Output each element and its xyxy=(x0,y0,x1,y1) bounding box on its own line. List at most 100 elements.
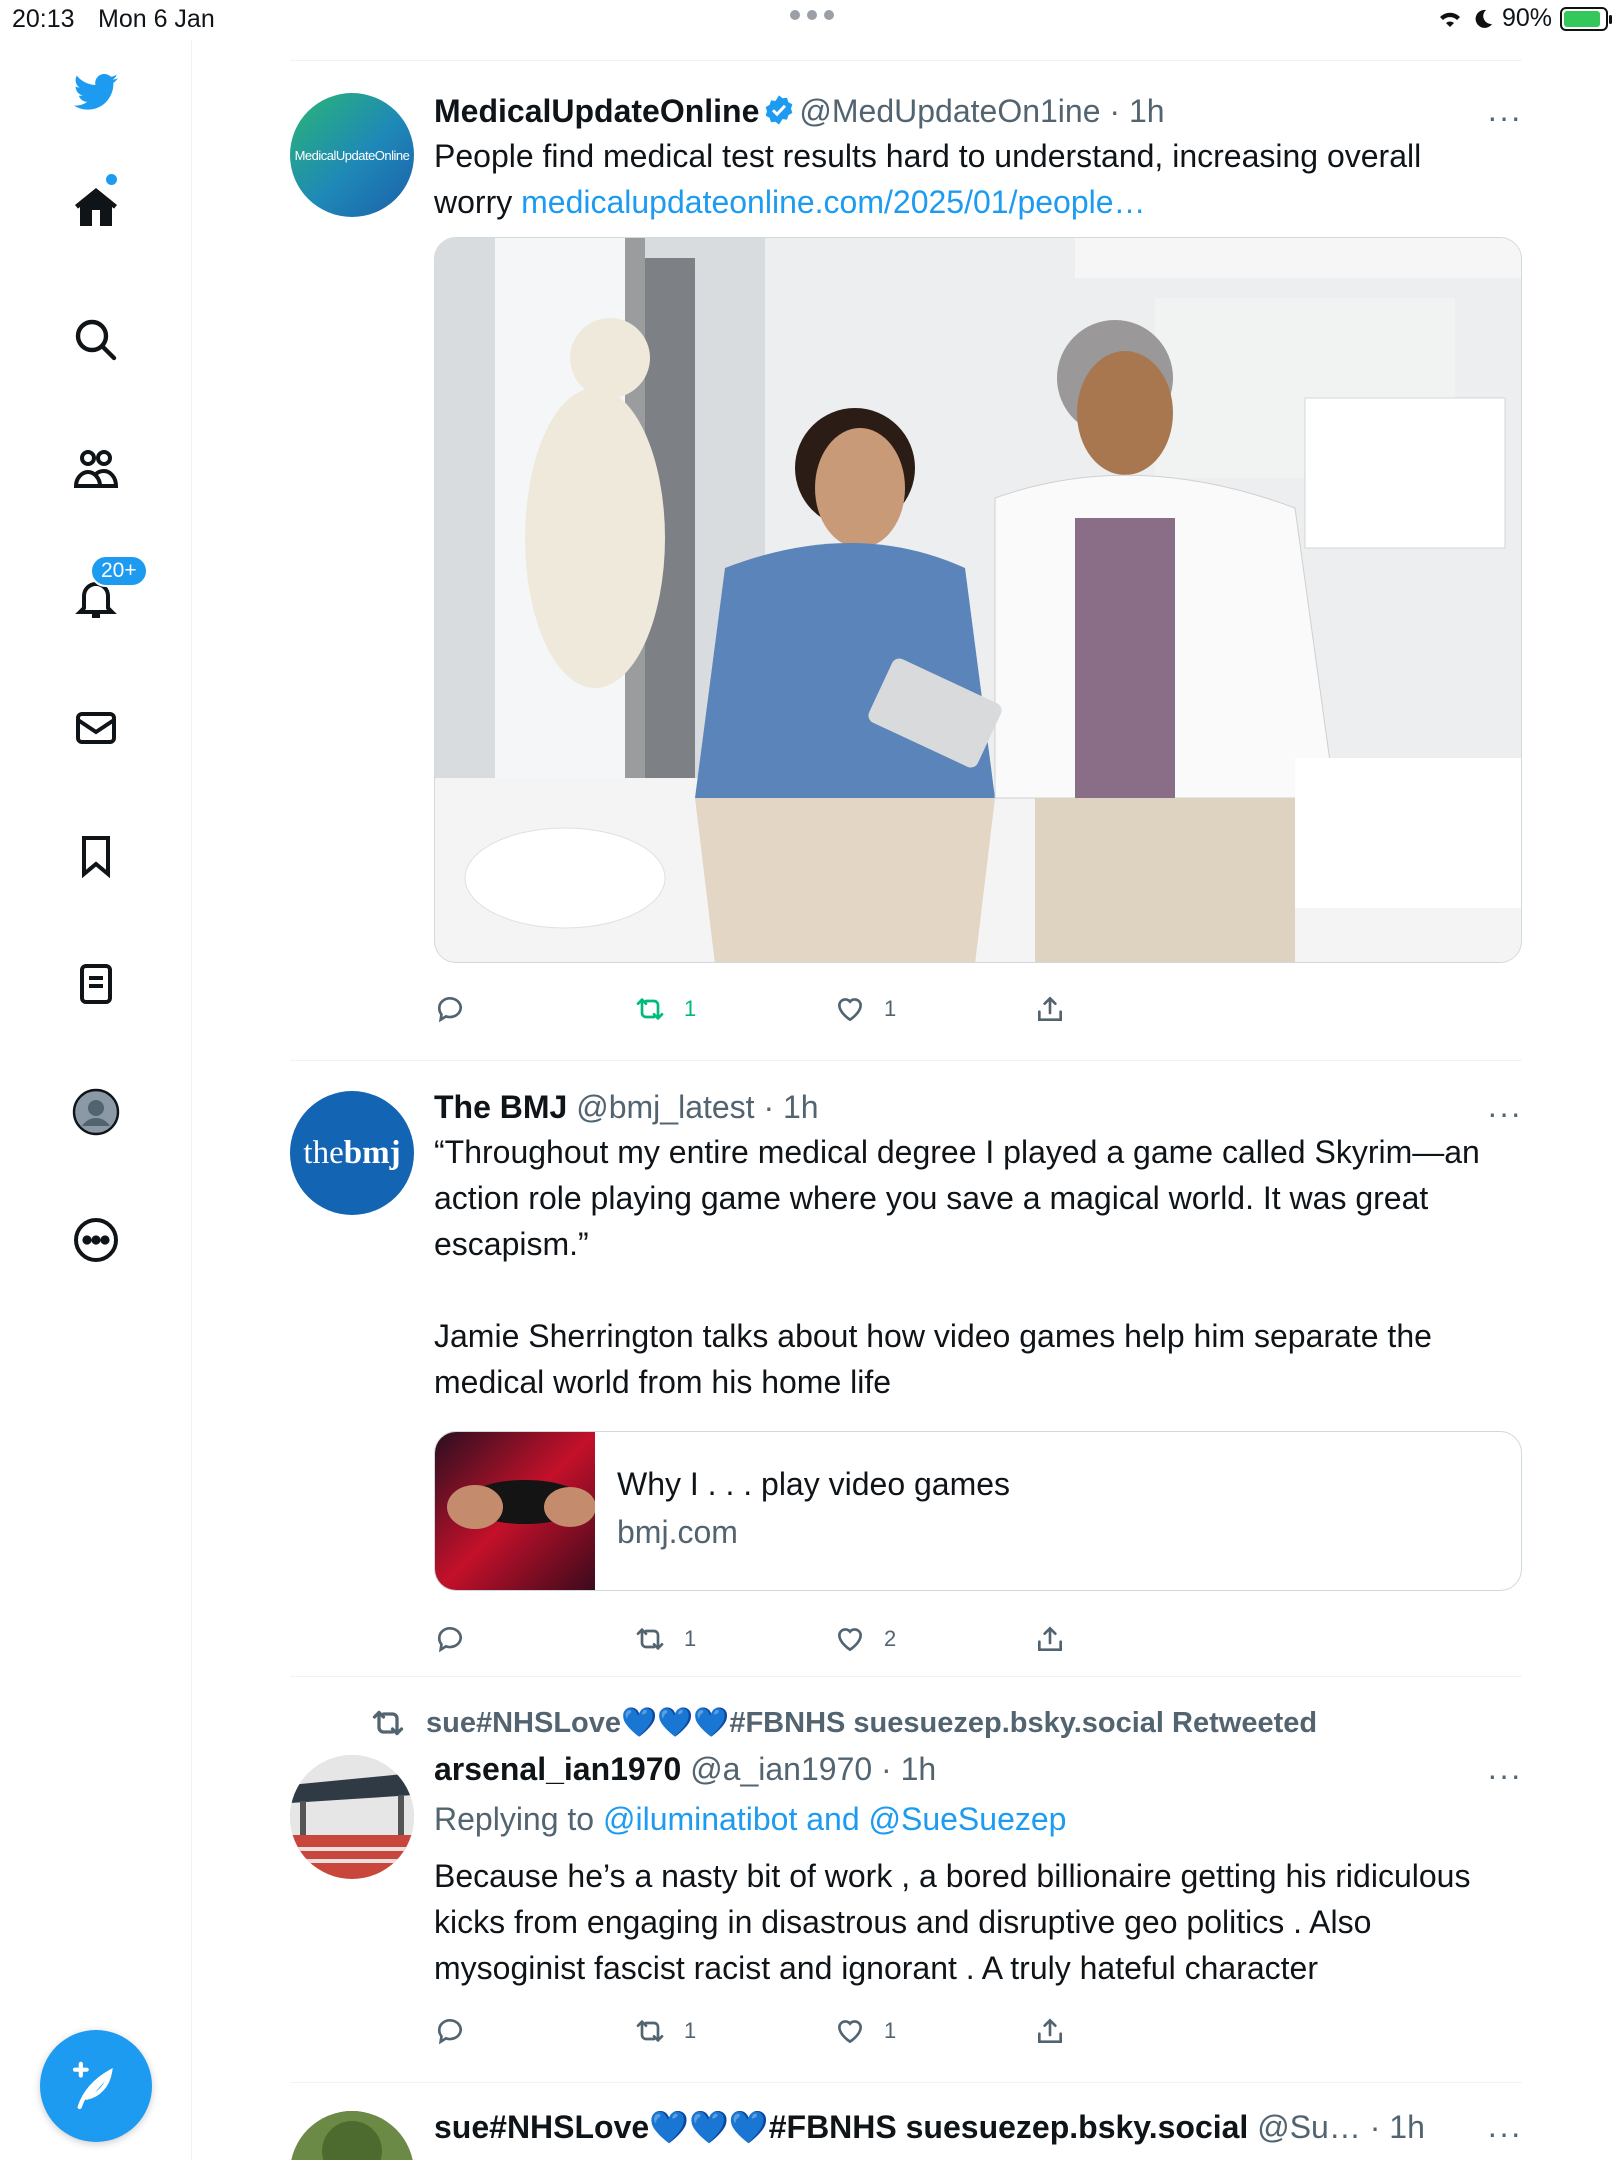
retweet-icon xyxy=(636,1628,664,1650)
replying-to-mentions[interactable]: @iluminatibot and @SueSuezep xyxy=(603,1801,1066,1837)
communities-icon[interactable] xyxy=(68,442,124,498)
user-handle[interactable]: @Su… xyxy=(1257,2109,1361,2145)
tweet-more-icon[interactable]: ··· xyxy=(1487,2115,1522,2152)
share-button[interactable] xyxy=(1034,2015,1234,2047)
reply-icon xyxy=(437,1627,462,1653)
heart-icon xyxy=(837,1628,863,1652)
retweet-button[interactable]: 1 xyxy=(634,2015,834,2047)
battery-icon xyxy=(1560,6,1612,31)
retweeted-by-banner[interactable]: sue#NHSLove💙💙💙#FBNHS suesuezep.bsky.soci… xyxy=(370,1699,1522,1747)
avatar[interactable] xyxy=(290,2111,414,2160)
multitasking-dots-icon[interactable] xyxy=(790,10,834,20)
share-button[interactable] xyxy=(1034,1623,1234,1655)
retweet-count: 1 xyxy=(684,996,697,1021)
profile-icon[interactable] xyxy=(68,1084,124,1140)
lists-icon[interactable] xyxy=(68,956,124,1012)
tweet-more-icon[interactable]: ··· xyxy=(1487,99,1522,136)
display-name[interactable]: The BMJ xyxy=(434,1089,567,1125)
compose-tweet-button[interactable] xyxy=(40,2030,152,2142)
display-name[interactable]: arsenal_ian1970 xyxy=(434,1751,681,1787)
tweet-actions: 1 2 xyxy=(434,1599,1522,1679)
user-handle[interactable]: @MedUpdateOn1ine xyxy=(799,93,1100,129)
tweet-text: “Throughout my entire medical degree I p… xyxy=(434,1134,1480,1262)
tweet-header: arsenal_ian1970 @a_ian1970 · 1h xyxy=(434,1747,1522,1791)
timeline: MedicalUpdateOnline MedicalUpdateOnline @… xyxy=(290,60,1522,2160)
share-icon xyxy=(1038,2018,1062,2043)
twitter-bird-icon[interactable] xyxy=(68,65,124,121)
share-icon xyxy=(1038,1626,1062,1651)
replying-to-prefix: Replying to xyxy=(434,1801,603,1837)
tweet-header: MedicalUpdateOnline @MedUpdateOn1ine · 1h xyxy=(434,89,1522,133)
status-date: Mon 6 Jan xyxy=(98,5,215,33)
status-indicators: 90% xyxy=(1436,4,1612,33)
replying-to: Replying to @iluminatibot and @SueSuezep xyxy=(434,1795,1522,1843)
tweet-time[interactable]: · 1h xyxy=(763,1089,818,1125)
link-card-title: Why I . . . play video games xyxy=(617,1466,1011,1502)
like-button[interactable]: 2 xyxy=(834,1623,1034,1655)
like-button[interactable]: 1 xyxy=(834,2015,1034,2047)
retweet-button[interactable]: 1 xyxy=(634,1623,834,1655)
reply-button[interactable] xyxy=(434,2015,634,2047)
tweet-more-icon[interactable]: ··· xyxy=(1487,1095,1522,1132)
tweet-header: sue#NHSLove💙💙💙#FBNHS suesuezep.bsky.soci… xyxy=(434,2105,1522,2149)
tweet-text-paragraph: Jamie Sherrington talks about how video … xyxy=(434,1318,1432,1400)
tweet-time[interactable]: · 1h xyxy=(1109,93,1164,129)
like-count: 1 xyxy=(884,996,897,1021)
heart-icon xyxy=(837,998,863,1022)
avatar-logo-text: MedicalUpdateOnline xyxy=(294,147,410,163)
tweet-text: People find medical test results hard to… xyxy=(434,133,1522,225)
link-card-thumbnail xyxy=(435,1432,596,1590)
tweet-header: The BMJ @bmj_latest · 1h xyxy=(434,1085,1522,1129)
retweet-icon xyxy=(636,2020,664,2042)
more-icon[interactable] xyxy=(68,1212,124,1268)
tweet[interactable]: sue#NHSLove💙💙💙#FBNHS suesuezep.bsky.soci… xyxy=(290,2083,1522,2160)
retweet-button[interactable]: 1 xyxy=(634,993,834,1025)
tweet-image[interactable] xyxy=(434,237,1522,963)
tweet[interactable]: MedicalUpdateOnline MedicalUpdateOnline @… xyxy=(290,61,1522,1061)
tweet-more-icon[interactable]: ··· xyxy=(1487,1757,1522,1794)
tweet-link[interactable]: medicalupdateonline.com/2025/01/people… xyxy=(521,184,1145,220)
reply-button[interactable] xyxy=(434,993,634,1025)
mail-icon[interactable] xyxy=(68,700,124,756)
avatar-logo-text-a: the xyxy=(303,1134,344,1171)
share-button[interactable] xyxy=(1034,993,1234,1025)
moon-icon xyxy=(1475,9,1492,28)
retweet-count: 1 xyxy=(684,1626,697,1651)
user-handle[interactable]: @bmj_latest xyxy=(576,1089,754,1125)
avatar[interactable]: the bmj xyxy=(290,1091,414,1215)
user-handle[interactable]: @a_ian1970 xyxy=(690,1751,872,1787)
display-name[interactable]: MedicalUpdateOnline xyxy=(434,93,759,129)
home-icon[interactable] xyxy=(68,180,124,236)
like-count: 2 xyxy=(884,1626,897,1651)
share-icon xyxy=(1038,996,1062,1021)
tweet-text: Because he’s a nasty bit of work , a bor… xyxy=(434,1858,1471,1986)
bookmark-icon[interactable] xyxy=(68,828,124,884)
retweet-icon xyxy=(372,1710,404,1736)
wifi-icon xyxy=(1439,12,1460,27)
like-count: 1 xyxy=(884,2018,897,2043)
status-bar: 20:13 Mon 6 Jan 90% xyxy=(0,0,1620,40)
avatar[interactable] xyxy=(290,1755,414,1879)
notifications-badge: 20+ xyxy=(90,555,148,587)
link-card-domain: bmj.com xyxy=(617,1514,738,1550)
tweet-actions: 1 1 xyxy=(434,1991,1522,2071)
tweet-actions: 1 1 xyxy=(434,969,1522,1049)
avatar[interactable]: MedicalUpdateOnline xyxy=(290,93,414,217)
sidebar: 20+ xyxy=(0,40,192,2160)
retweet-icon xyxy=(636,998,664,1020)
reply-button[interactable] xyxy=(434,1623,634,1655)
tweet[interactable]: the bmj The BMJ @bmj_latest · 1h ··· “Thr… xyxy=(290,1061,1522,1677)
reply-icon xyxy=(437,997,462,1023)
tweet-time[interactable]: · 1h xyxy=(881,1751,936,1787)
search-icon[interactable] xyxy=(68,312,124,368)
tweet[interactable]: sue#NHSLove💙💙💙#FBNHS suesuezep.bsky.soci… xyxy=(290,1677,1522,2083)
tweet-time[interactable]: · 1h xyxy=(1370,2109,1425,2145)
like-button[interactable]: 1 xyxy=(834,993,1034,1025)
retweet-count: 1 xyxy=(684,2018,697,2043)
compose-feather-icon xyxy=(72,2061,113,2110)
retweeted-by-text: sue#NHSLove💙💙💙#FBNHS suesuezep.bsky.soci… xyxy=(426,1707,1318,1739)
link-card[interactable]: Why I . . . play video games bmj.com xyxy=(434,1431,1522,1591)
reply-icon xyxy=(437,2019,462,2045)
display-name[interactable]: sue#NHSLove💙💙💙#FBNHS suesuezep.bsky.soci… xyxy=(434,2109,1248,2145)
verified-badge-icon xyxy=(766,95,793,125)
